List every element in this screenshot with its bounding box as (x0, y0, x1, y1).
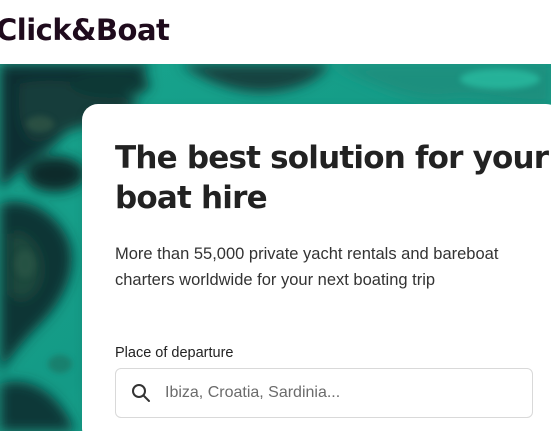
departure-search-box[interactable] (115, 368, 533, 418)
departure-search-input[interactable] (165, 369, 525, 417)
search-icon (131, 383, 151, 403)
hero-title: The best solution for your boat hire (115, 140, 549, 216)
hero-subtitle: More than 55,000 private yacht rentals a… (115, 245, 499, 289)
search-card: The best solution for your boat hire Mor… (82, 104, 551, 431)
departure-label: Place of departure (115, 345, 234, 361)
logo[interactable]: Click&Boat (0, 13, 170, 47)
site-header: Click&Boat (0, 0, 551, 64)
page: Click&Boat The best solution for your bo… (0, 0, 551, 431)
